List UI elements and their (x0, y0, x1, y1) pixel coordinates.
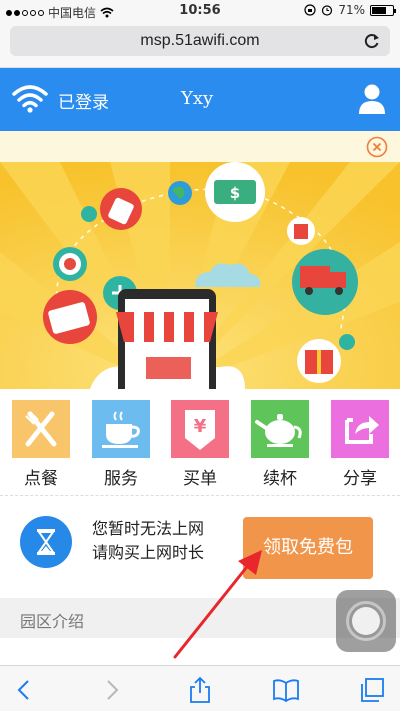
login-status: 已登录 (58, 93, 109, 113)
service-label: 服务 (104, 469, 138, 489)
browser-url-area: msp.51awifi.com (0, 22, 400, 68)
yen-tag-icon: ¥ (171, 400, 229, 458)
username: Yxy (181, 88, 214, 109)
app-header: 已登录 Yxy (0, 68, 400, 131)
red-arrow-annotation (173, 550, 262, 659)
svg-text:¥: ¥ (194, 416, 207, 437)
service-call-service[interactable]: 服务 (91, 400, 151, 489)
teapot-icon (251, 400, 309, 458)
reload-icon[interactable] (362, 31, 382, 51)
promo-banner[interactable]: $ (0, 162, 400, 389)
battery-fill (372, 6, 387, 14)
back-icon[interactable] (10, 676, 38, 704)
tabs-icon[interactable] (358, 676, 386, 704)
wifi-icon (12, 85, 48, 113)
hourglass-icon (20, 516, 72, 568)
cutlery-icon (12, 400, 70, 458)
banner-illustration: $ (0, 162, 400, 389)
service-label: 续杯 (263, 469, 297, 489)
service-label: 买单 (183, 469, 217, 489)
svg-text:$: $ (230, 184, 240, 202)
alarm-icon (322, 5, 333, 16)
bookmarks-icon[interactable] (272, 676, 300, 704)
status-line-1: 您暂时无法上网 (92, 519, 205, 538)
coffee-cup-icon (92, 400, 150, 458)
share-icon (331, 400, 389, 458)
url-text: msp.51awifi.com (140, 32, 260, 49)
user-profile-icon[interactable] (358, 83, 386, 115)
battery-percent: 71% (338, 3, 365, 17)
status-bar: 中国电信 10:56 71% (0, 0, 400, 22)
service-order-food[interactable]: 点餐 (11, 400, 71, 489)
forward-icon[interactable] (98, 676, 126, 704)
address-bar[interactable]: msp.51awifi.com (10, 26, 390, 56)
browser-toolbar (0, 665, 400, 711)
service-share[interactable]: 分享 (330, 400, 390, 489)
share-sheet-icon[interactable] (186, 676, 214, 704)
service-pay-bill[interactable]: ¥ 买单 (170, 400, 230, 489)
service-icon-row: 点餐 服务 ¥ 买单 续杯 分享 (0, 389, 400, 496)
section-title: 园区介绍 (20, 612, 85, 631)
service-refill[interactable]: 续杯 (250, 400, 310, 489)
service-label: 点餐 (24, 469, 58, 489)
notice-bar (0, 131, 400, 162)
close-icon[interactable] (366, 136, 388, 158)
service-label: 分享 (343, 469, 377, 489)
assistive-dot (352, 607, 380, 635)
assistive-touch-button[interactable] (336, 590, 396, 652)
rotation-lock-icon (304, 4, 316, 16)
status-right: 71% (304, 3, 396, 17)
battery-icon (370, 4, 396, 16)
